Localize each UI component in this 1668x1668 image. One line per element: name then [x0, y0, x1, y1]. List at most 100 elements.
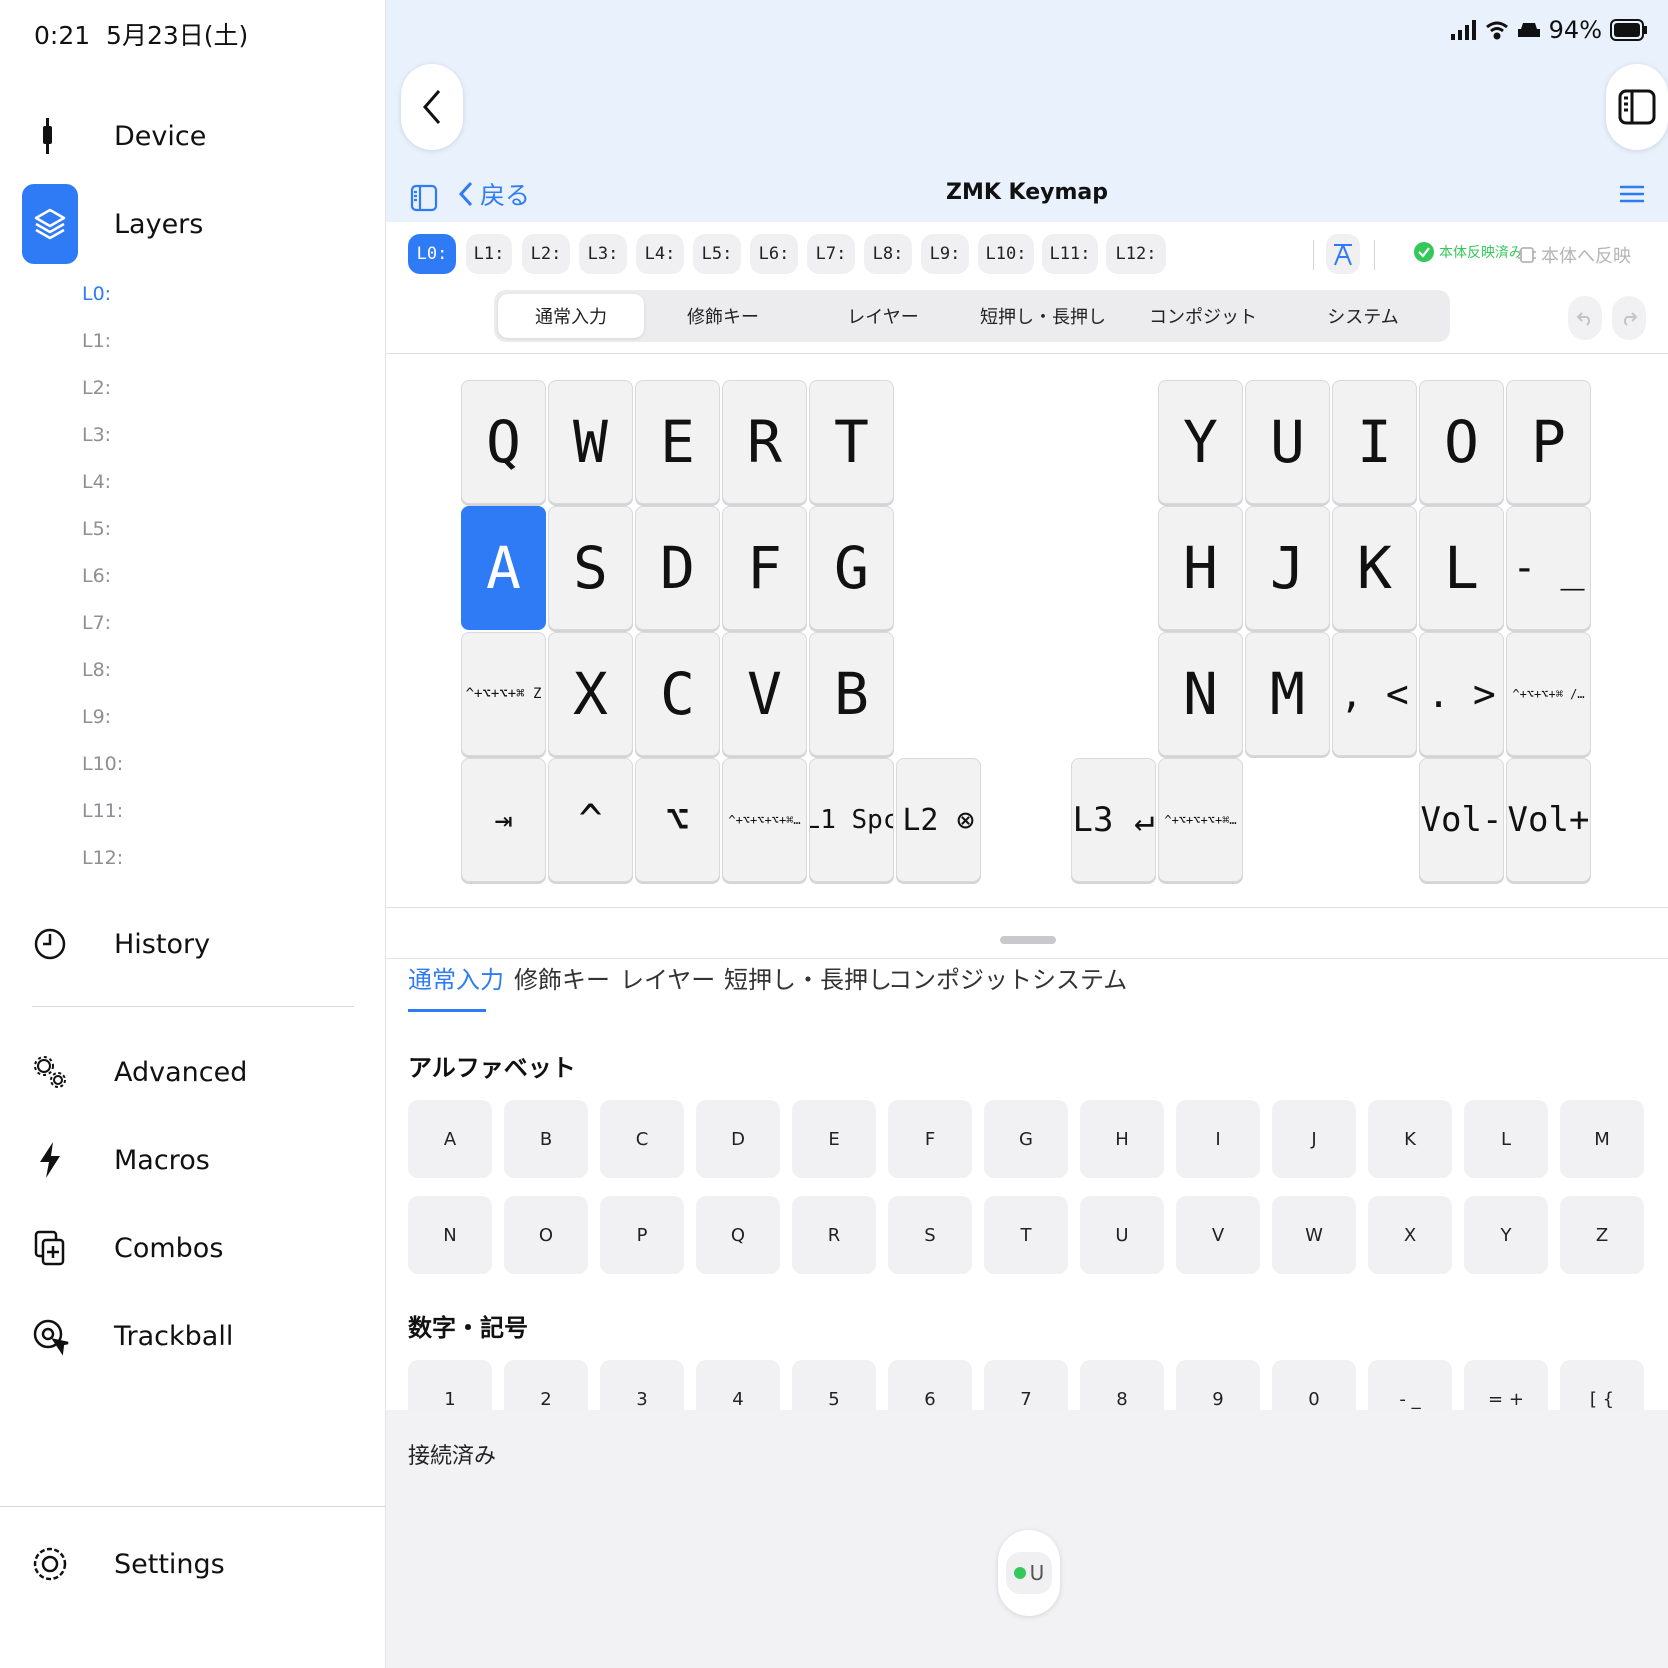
- layer-chip-l3[interactable]: L3:: [579, 234, 627, 274]
- sidebar-toggle-button[interactable]: [1606, 64, 1668, 150]
- key[interactable]: I: [1332, 380, 1417, 504]
- sidebar-item-combos[interactable]: Combos: [22, 1208, 362, 1288]
- undo-button[interactable]: [1568, 296, 1602, 340]
- segment-composite[interactable]: コンポジット: [1128, 294, 1278, 338]
- layer-chip-l12[interactable]: L12:: [1106, 234, 1166, 274]
- key[interactable]: ⌥: [635, 758, 720, 882]
- menu-icon[interactable]: [1620, 184, 1644, 204]
- sidebar-item-device[interactable]: Device: [22, 96, 362, 176]
- key[interactable]: L1 Spc: [809, 758, 894, 882]
- key[interactable]: V: [722, 632, 807, 756]
- palette-key[interactable]: 0: [1272, 1360, 1356, 1410]
- layer-chip-l7[interactable]: L7:: [807, 234, 855, 274]
- palette-key[interactable]: R: [792, 1196, 876, 1274]
- key[interactable]: Q: [461, 380, 546, 504]
- key[interactable]: X: [548, 632, 633, 756]
- palette-key[interactable]: C: [600, 1100, 684, 1178]
- palette-key[interactable]: N: [408, 1196, 492, 1274]
- palette-key[interactable]: V: [1176, 1196, 1260, 1274]
- palette-key[interactable]: 3: [600, 1360, 684, 1410]
- palette-key[interactable]: K: [1368, 1100, 1452, 1178]
- palette-key[interactable]: 4: [696, 1360, 780, 1410]
- palette-tab-system[interactable]: システム: [1032, 960, 1127, 995]
- key[interactable]: ^+⌥+⌥+⌘ Z: [461, 632, 546, 756]
- key[interactable]: ⇥: [461, 758, 546, 882]
- sidebar-layer-l6[interactable]: L6:: [82, 565, 111, 587]
- key[interactable]: G: [809, 506, 894, 630]
- key[interactable]: N: [1158, 632, 1243, 756]
- layout-tool-button[interactable]: [1326, 234, 1360, 274]
- key[interactable]: Vol+: [1506, 758, 1591, 882]
- sidebar-layer-l5[interactable]: L5:: [82, 518, 111, 540]
- back-button[interactable]: [401, 64, 463, 150]
- drag-handle[interactable]: [1000, 936, 1056, 944]
- palette-key[interactable]: M: [1560, 1100, 1644, 1178]
- apply-to-device-button[interactable]: 本体へ反映: [1518, 242, 1631, 268]
- palette-key[interactable]: H: [1080, 1100, 1164, 1178]
- sidebar-layer-l10[interactable]: L10:: [82, 753, 123, 775]
- palette-tab-modifier[interactable]: 修飾キー: [514, 960, 610, 995]
- layer-chip-l9[interactable]: L9:: [921, 234, 969, 274]
- segment-system[interactable]: システム: [1288, 294, 1438, 338]
- palette-key[interactable]: D: [696, 1100, 780, 1178]
- segment-tap-hold[interactable]: 短押し・長押し: [968, 294, 1118, 338]
- key[interactable]: . >: [1419, 632, 1504, 756]
- segment-normal-input[interactable]: 通常入力: [498, 294, 644, 338]
- layer-chip-l10[interactable]: L10:: [978, 234, 1034, 274]
- sidebar-layer-l8[interactable]: L8:: [82, 659, 111, 681]
- layer-chip-l0[interactable]: L0:: [408, 234, 456, 274]
- palette-key[interactable]: W: [1272, 1196, 1356, 1274]
- sidebar-item-trackball[interactable]: Trackball: [22, 1296, 362, 1376]
- palette-key[interactable]: 8: [1080, 1360, 1164, 1410]
- key[interactable]: ^+⌥+⌥+⌘ /…: [1506, 632, 1591, 756]
- palette-key[interactable]: E: [792, 1100, 876, 1178]
- palette-key[interactable]: 2: [504, 1360, 588, 1410]
- palette-key[interactable]: 5: [792, 1360, 876, 1410]
- sidebar-item-layers[interactable]: Layers: [22, 184, 362, 264]
- palette-tab-composite[interactable]: コンポジット: [888, 960, 1032, 995]
- palette-key[interactable]: S: [888, 1196, 972, 1274]
- layer-chip-l5[interactable]: L5:: [693, 234, 741, 274]
- palette-key[interactable]: T: [984, 1196, 1068, 1274]
- key[interactable]: ^: [548, 758, 633, 882]
- layer-chip-l1[interactable]: L1:: [466, 234, 512, 274]
- palette-key[interactable]: U: [1080, 1196, 1164, 1274]
- palette-key[interactable]: B: [504, 1100, 588, 1178]
- palette-key[interactable]: O: [504, 1196, 588, 1274]
- sidebar-layer-l0[interactable]: L0:: [82, 283, 111, 305]
- palette-tab-normal-input[interactable]: 通常入力: [408, 960, 504, 995]
- palette-tab-layer[interactable]: レイヤー: [620, 960, 715, 995]
- palette-key[interactable]: Q: [696, 1196, 780, 1274]
- palette-key[interactable]: F: [888, 1100, 972, 1178]
- sidebar-layer-l11[interactable]: L11:: [82, 800, 123, 822]
- layer-chip-l6[interactable]: L6:: [750, 234, 798, 274]
- palette-key[interactable]: 1: [408, 1360, 492, 1410]
- key[interactable]: L2 ⊗: [896, 758, 981, 882]
- palette-key[interactable]: 9: [1176, 1360, 1260, 1410]
- sidebar-layer-l1[interactable]: L1:: [82, 330, 111, 352]
- key[interactable]: P: [1506, 380, 1591, 504]
- palette-key[interactable]: [ {: [1560, 1360, 1644, 1410]
- sidebar-layer-l4[interactable]: L4:: [82, 471, 111, 493]
- layer-chip-l2[interactable]: L2:: [522, 234, 570, 274]
- key[interactable]: R: [722, 380, 807, 504]
- palette-key[interactable]: P: [600, 1196, 684, 1274]
- palette-key[interactable]: 7: [984, 1360, 1068, 1410]
- layer-chip-l11[interactable]: L11:: [1042, 234, 1098, 274]
- palette-key[interactable]: 6: [888, 1360, 972, 1410]
- device-pill[interactable]: U: [998, 1530, 1060, 1616]
- palette-key[interactable]: I: [1176, 1100, 1260, 1178]
- key[interactable]: U: [1245, 380, 1330, 504]
- sidebar-layer-l7[interactable]: L7:: [82, 612, 111, 634]
- palette-key[interactable]: G: [984, 1100, 1068, 1178]
- key[interactable]: W: [548, 380, 633, 504]
- palette-key[interactable]: - _: [1368, 1360, 1452, 1410]
- layer-chip-l8[interactable]: L8:: [864, 234, 912, 274]
- sidebar-item-settings[interactable]: Settings: [22, 1524, 362, 1604]
- sidebar-item-history[interactable]: History: [22, 904, 362, 984]
- key[interactable]: Y: [1158, 380, 1243, 504]
- sidebar-item-macros[interactable]: Macros: [22, 1120, 362, 1200]
- sidebar-layer-l9[interactable]: L9:: [82, 706, 111, 728]
- palette-tab-tap-hold[interactable]: 短押し・長押し: [724, 960, 892, 995]
- key[interactable]: E: [635, 380, 720, 504]
